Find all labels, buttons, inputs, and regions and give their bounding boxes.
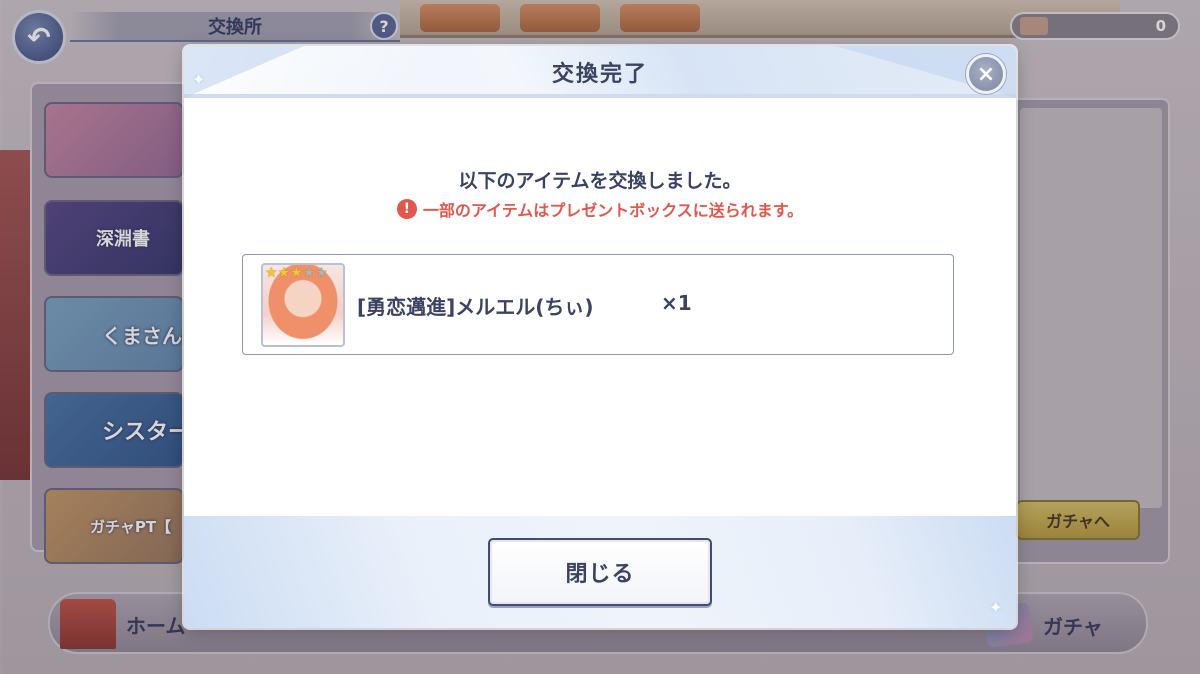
star-icon: ★ — [290, 265, 303, 281]
close-button[interactable]: 閉じる — [488, 538, 712, 606]
exchange-complete-dialog: ✦ 交換完了 × 以下のアイテムを交換しました。 ! 一部のアイテムはプレゼント… — [184, 46, 1016, 628]
star-icon: ★ — [277, 265, 291, 281]
close-icon-button[interactable]: × — [966, 54, 1006, 94]
dialog-body: 以下のアイテムを交換しました。 ! 一部のアイテムはプレゼントボックスに送られま… — [184, 102, 1016, 560]
warning-text: 一部のアイテムはプレゼントボックスに送られます。 — [422, 201, 804, 220]
exchange-message: 以下のアイテムを交換しました。 — [458, 170, 742, 192]
exchanged-item-row: ★ ★ ★ ★ ★ [勇恋邁進]メルエル(ちぃ) ×1 — [242, 254, 954, 355]
warning-icon: ! — [396, 199, 417, 219]
star-icon-empty: ★ — [302, 265, 316, 281]
character-thumbnail: ★ ★ ★ ★ ★ — [261, 263, 345, 347]
close-icon: × — [976, 61, 996, 87]
star-icon-empty: ★ — [315, 265, 328, 281]
dialog-header: ✦ 交換完了 × — [184, 46, 1016, 98]
item-name: [勇恋邁進]メルエル(ちぃ) — [357, 295, 594, 319]
item-quantity: ×1 — [661, 291, 692, 315]
warning-message: ! 一部のアイテムはプレゼントボックスに送られます。 — [184, 197, 1016, 221]
rarity-stars: ★ ★ ★ ★ ★ — [265, 265, 328, 281]
sparkle-icon: ✦ — [989, 598, 1003, 617]
dialog-footer: ✦ 閉じる — [184, 516, 1016, 628]
dialog-title: 交換完了 — [551, 62, 648, 87]
star-icon: ★ — [265, 265, 278, 281]
